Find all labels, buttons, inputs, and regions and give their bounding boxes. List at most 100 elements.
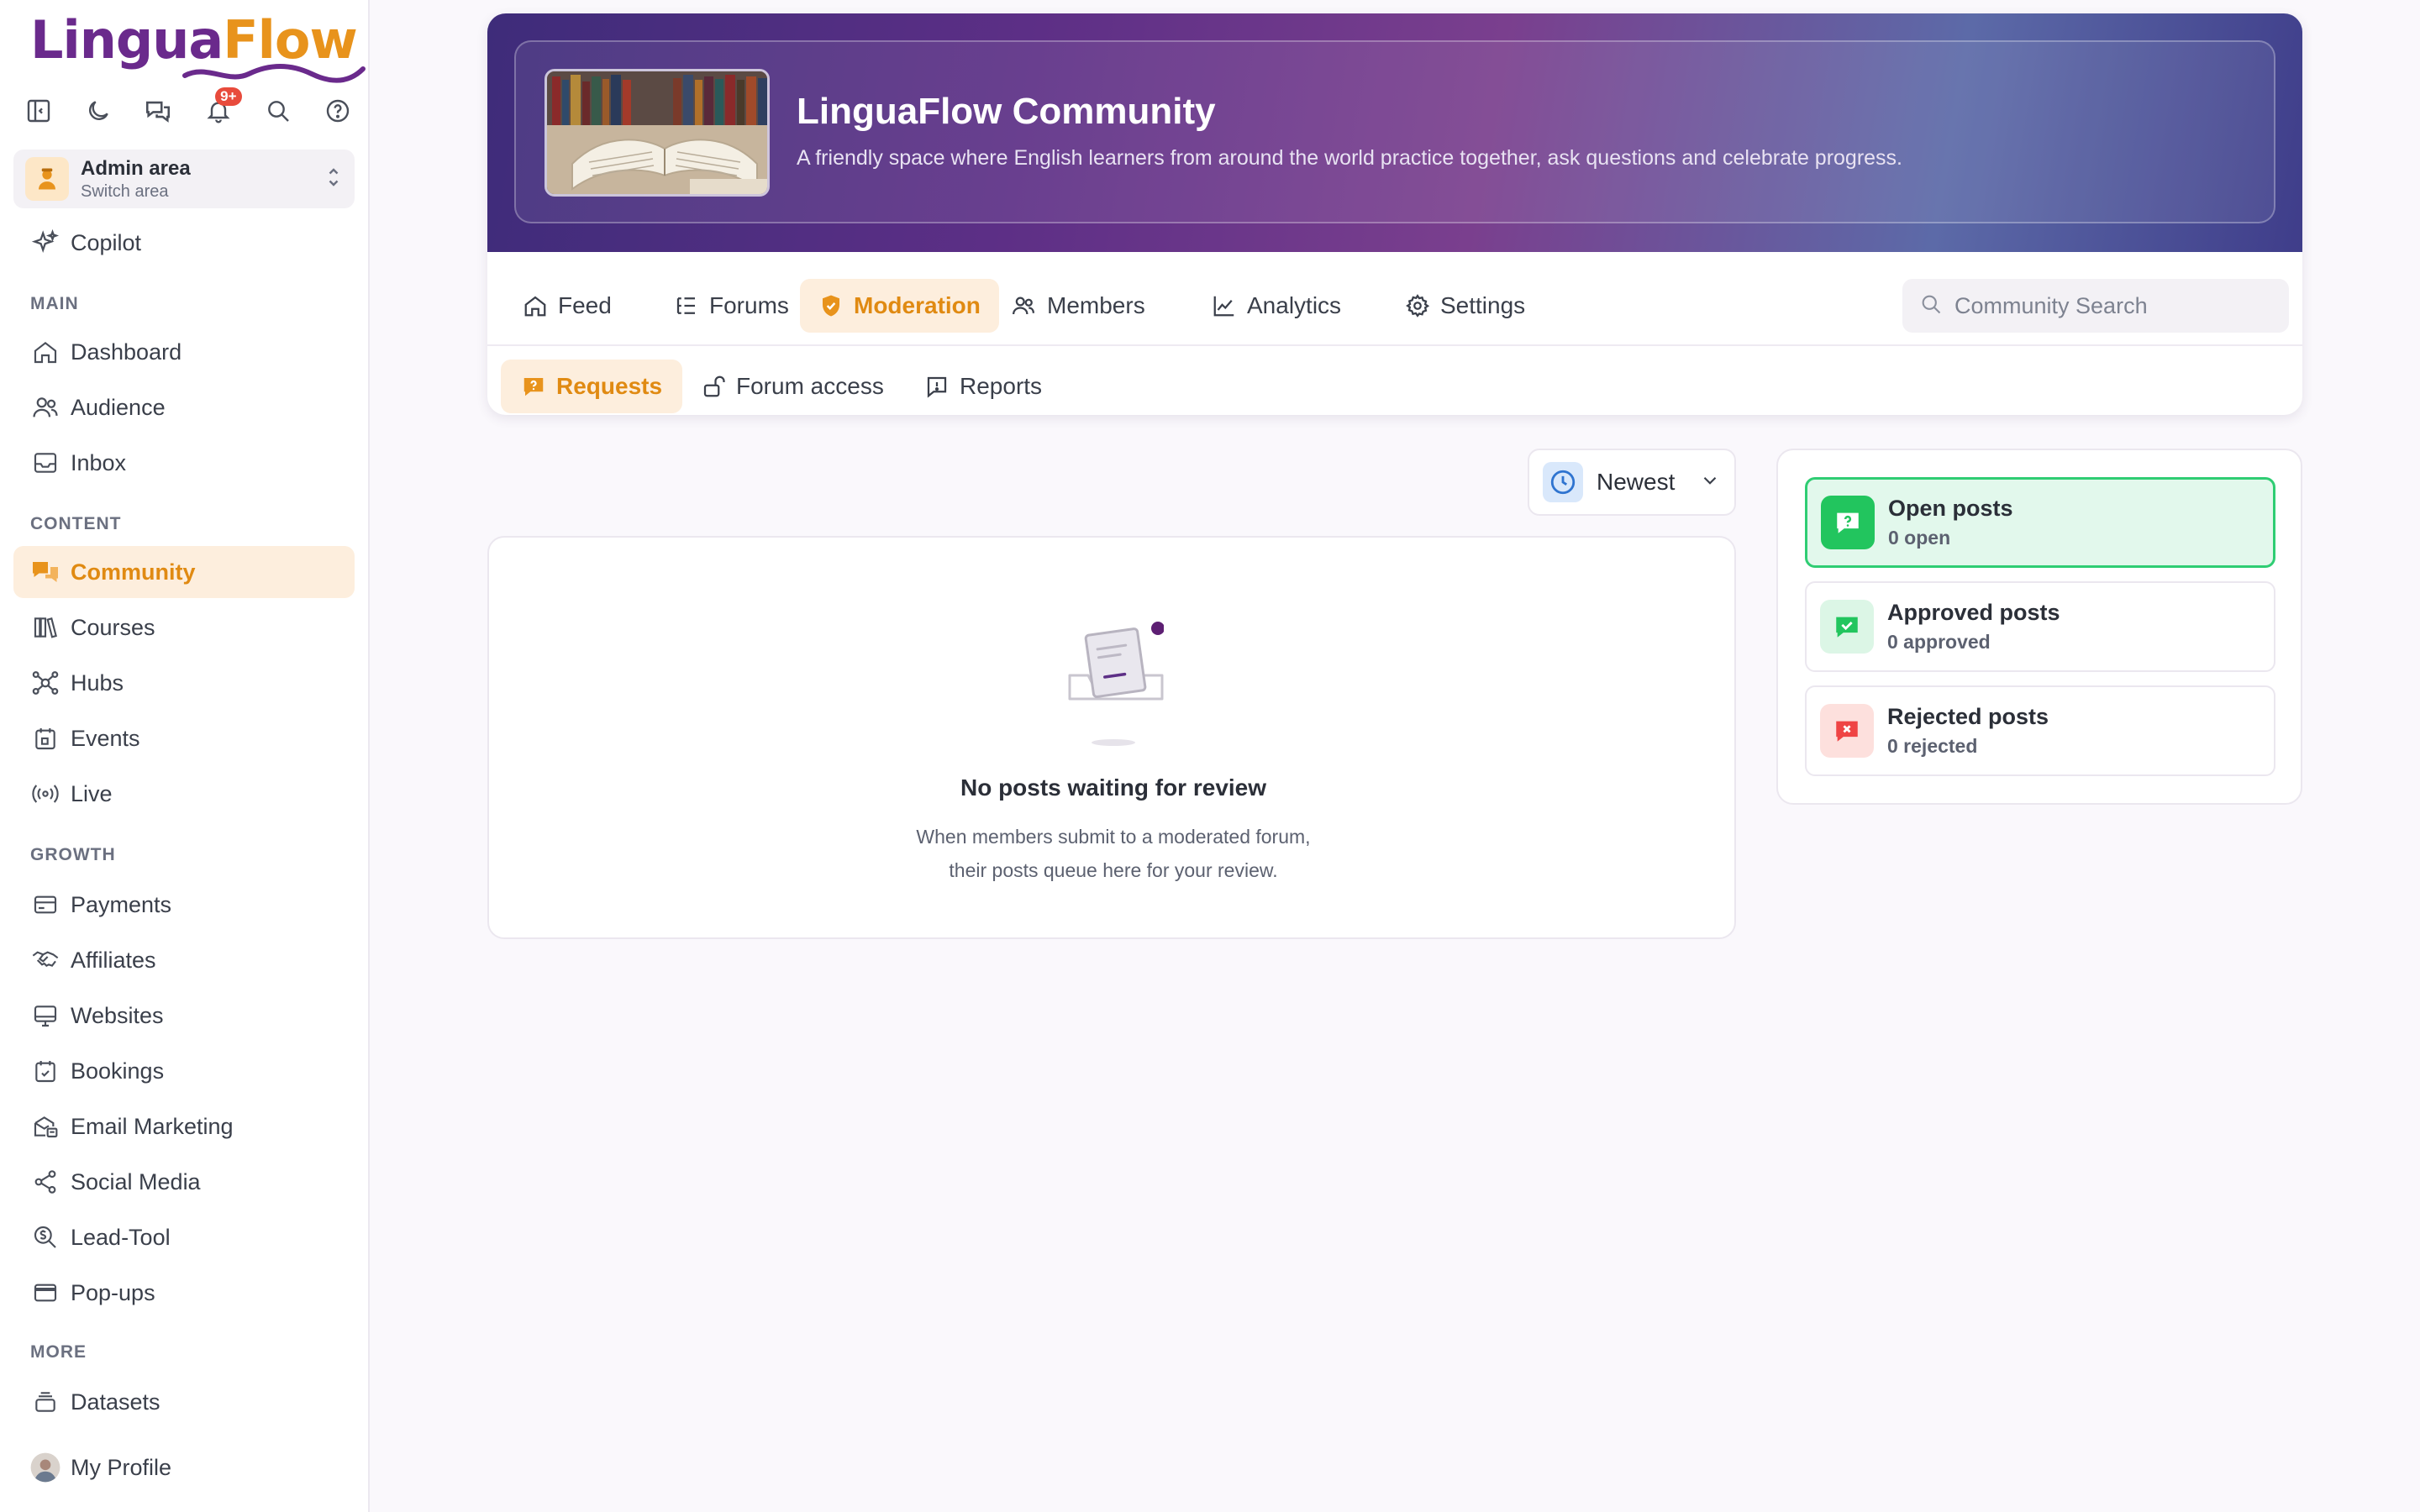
community-title: LinguaFlow Community <box>797 91 1216 132</box>
sidebar-item-label: Hubs <box>71 669 124 696</box>
email-icon <box>29 1110 62 1143</box>
shield-check-icon <box>818 293 844 318</box>
users-icon <box>1010 293 1037 318</box>
moderation-subtabs: Requests Forum access Reports <box>487 348 2302 415</box>
database-stack-icon <box>29 1385 62 1419</box>
sidebar-item-courses[interactable]: Courses <box>13 601 355 654</box>
tab-feed[interactable]: Feed <box>504 279 630 333</box>
rejected-x-icon <box>1820 704 1874 758</box>
sidebar-item-label: Social Media <box>71 1168 201 1194</box>
tab-forums[interactable]: Forums <box>655 279 808 333</box>
area-switcher[interactable]: Admin area Switch area <box>13 150 355 208</box>
broadcast-icon <box>29 777 62 811</box>
tab-moderation[interactable]: Moderation <box>800 279 999 333</box>
post-status-panel: Open posts 0 open Approved posts 0 appro… <box>1776 449 2302 805</box>
sort-dropdown[interactable]: Newest <box>1528 449 1736 516</box>
sidebar-item-label: Inbox <box>71 449 127 475</box>
filter-open-posts[interactable]: Open posts 0 open <box>1805 477 2275 568</box>
gear-icon <box>1405 293 1430 318</box>
sidebar-item-label: Events <box>71 725 140 751</box>
dark-mode-icon[interactable] <box>80 92 117 129</box>
filter-rejected-posts[interactable]: Rejected posts 0 rejected <box>1805 685 2275 776</box>
brand-logo[interactable]: LinguaFlow <box>30 7 366 83</box>
list-tree-icon <box>674 293 699 318</box>
lead-magnifier-icon <box>29 1221 62 1254</box>
community-search-input[interactable] <box>1954 292 2274 319</box>
sort-selected-label: Newest <box>1597 469 1676 495</box>
notification-badge: 9+ <box>215 87 242 106</box>
tab-analytics[interactable]: Analytics <box>1193 279 1360 333</box>
collapse-sidebar-icon[interactable] <box>20 92 57 129</box>
sidebar-item-label: Courses <box>71 614 155 640</box>
sidebar-item-label: Lead-Tool <box>71 1224 171 1250</box>
sidebar-item-label: Affiliates <box>71 947 156 973</box>
stat-title: Approved posts <box>1887 600 2060 625</box>
community-search[interactable] <box>1902 279 2289 333</box>
sidebar-item-datasets[interactable]: Datasets <box>13 1376 355 1428</box>
sidebar-item-events[interactable]: Events <box>13 712 355 764</box>
notifications-icon[interactable]: 9+ <box>200 87 242 129</box>
approved-check-icon <box>1820 600 1874 654</box>
sidebar-item-label: Bookings <box>71 1058 165 1084</box>
tab-label: Settings <box>1440 292 1526 318</box>
sidebar-item-my-profile[interactable]: My Profile <box>13 1441 355 1494</box>
sidebar-item-community[interactable]: Community <box>13 546 355 598</box>
sidebar-item-popups[interactable]: Pop-ups <box>13 1267 355 1319</box>
stat-count: 0 approved <box>1887 631 1991 653</box>
sidebar-item-websites[interactable]: Websites <box>13 990 355 1042</box>
search-icon <box>1919 292 1943 320</box>
sidebar-item-label: Dashboard <box>71 339 182 365</box>
subtab-label: Reports <box>960 373 1043 399</box>
sidebar-item-copilot[interactable]: Copilot <box>13 217 355 269</box>
sidebar-item-live[interactable]: Live <box>13 768 355 820</box>
stat-title: Rejected posts <box>1887 704 2049 729</box>
unlock-icon <box>701 374 726 399</box>
sidebar-item-label: Datasets <box>71 1389 160 1415</box>
tab-settings[interactable]: Settings <box>1386 279 1544 333</box>
popup-window-icon <box>29 1276 62 1310</box>
area-title: Admin area <box>81 156 191 180</box>
sidebar-item-social-media[interactable]: Social Media <box>13 1156 355 1208</box>
sidebar-item-bookings[interactable]: Bookings <box>13 1045 355 1097</box>
community-header-card: LinguaFlow Community A friendly space wh… <box>487 13 2302 415</box>
sidebar-item-label: Payments <box>71 891 172 917</box>
inbox-icon <box>29 446 62 480</box>
community-cover-image <box>544 69 770 197</box>
community-description: A friendly space where English learners … <box>797 146 1903 170</box>
chart-line-icon <box>1212 293 1237 318</box>
subtab-requests[interactable]: Requests <box>501 360 683 413</box>
community-chat-icon <box>29 555 62 589</box>
sidebar-item-inbox[interactable]: Inbox <box>13 437 355 489</box>
users-icon <box>29 391 62 424</box>
community-tabs: Feed Forums Moderation Members Analytics… <box>487 252 2302 346</box>
empty-state-line: their posts queue here for your review. <box>949 859 1278 881</box>
question-message-icon <box>521 374 546 399</box>
help-icon[interactable] <box>319 92 356 129</box>
subtab-reports[interactable]: Reports <box>904 360 1062 413</box>
chevron-down-icon <box>1699 470 1721 496</box>
subtab-label: Forum access <box>736 373 884 399</box>
hub-network-icon <box>29 666 62 700</box>
filter-approved-posts[interactable]: Approved posts 0 approved <box>1805 581 2275 672</box>
sidebar-item-hubs[interactable]: Hubs <box>13 657 355 709</box>
sidebar-item-label: Websites <box>71 1002 164 1028</box>
empty-state-line: When members submit to a moderated forum… <box>916 826 1311 848</box>
stat-count: 0 rejected <box>1887 735 1978 757</box>
sidebar-item-label: My Profile <box>71 1454 172 1480</box>
section-growth-label: GROWTH <box>30 845 116 864</box>
community-banner: LinguaFlow Community A friendly space wh… <box>487 13 2302 252</box>
sidebar-item-lead-tool[interactable]: Lead-Tool <box>13 1211 355 1263</box>
monitor-icon <box>29 999 62 1032</box>
sidebar-item-payments[interactable]: Payments <box>13 879 355 931</box>
tab-members[interactable]: Members <box>992 279 1164 333</box>
section-more-label: MORE <box>30 1342 87 1362</box>
subtab-forum-access[interactable]: Forum access <box>681 360 904 413</box>
messages-icon[interactable] <box>139 92 176 129</box>
subtab-label: Requests <box>556 373 663 399</box>
sidebar-item-audience[interactable]: Audience <box>13 381 355 433</box>
search-icon[interactable] <box>260 92 297 129</box>
sidebar-item-dashboard[interactable]: Dashboard <box>13 326 355 378</box>
report-message-icon <box>924 374 950 399</box>
sidebar-item-email-marketing[interactable]: Email Marketing <box>13 1100 355 1152</box>
sidebar-item-affiliates[interactable]: Affiliates <box>13 934 355 986</box>
